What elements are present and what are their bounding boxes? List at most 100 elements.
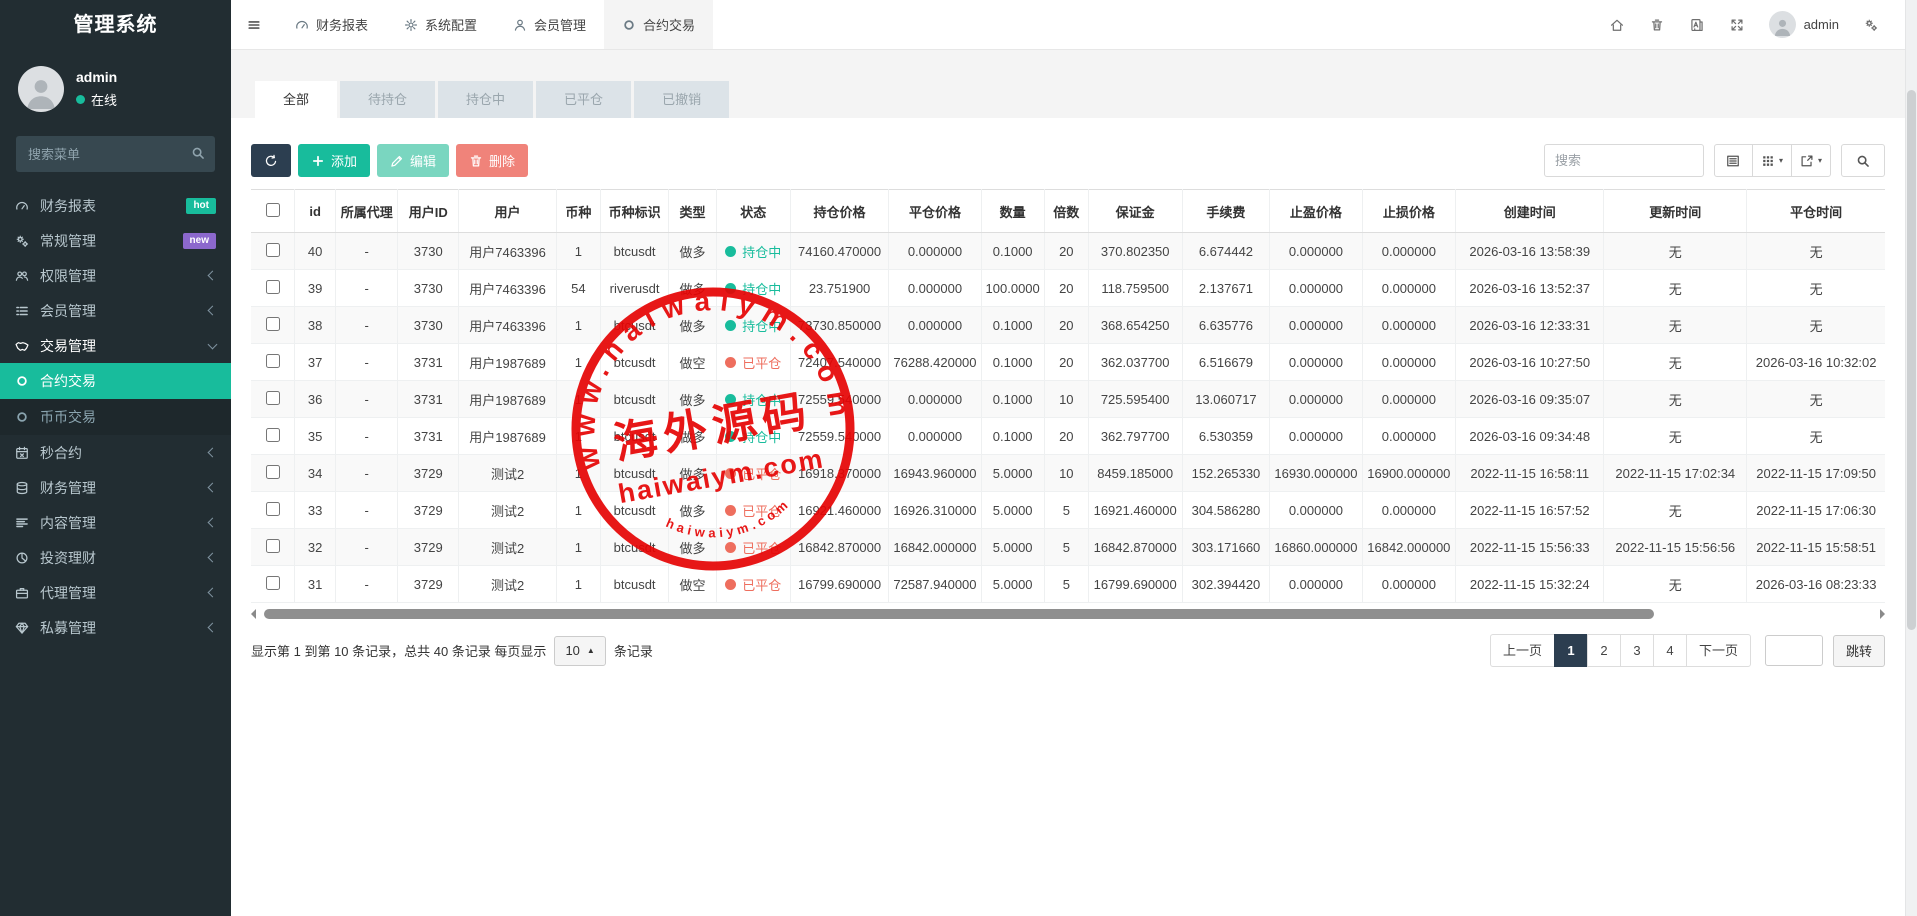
topnav-item-member-manage[interactable]: 会员管理 <box>495 0 604 49</box>
gauge-icon <box>15 199 29 213</box>
row-checkbox[interactable] <box>266 391 280 405</box>
tab-全部[interactable]: 全部 <box>255 81 337 118</box>
next-page-button[interactable]: 下一页 <box>1686 634 1751 667</box>
sidebar-toggle-button[interactable] <box>231 0 277 49</box>
column-header[interactable]: 更新时间 <box>1604 190 1747 233</box>
table-row[interactable]: 40-3730用户74633961btcusdt做多持仓中74160.47000… <box>251 233 1885 270</box>
column-header[interactable]: id <box>295 190 336 233</box>
jump-button[interactable]: 跳转 <box>1833 635 1885 667</box>
language-button[interactable] <box>1677 0 1717 50</box>
search-button[interactable] <box>1841 144 1885 177</box>
settings-button[interactable] <box>1851 0 1891 50</box>
column-header[interactable]: 状态 <box>716 190 790 233</box>
column-header[interactable]: 止损价格 <box>1362 190 1456 233</box>
sidebar-subitem-coin-trade[interactable]: 币币交易 <box>0 399 231 435</box>
sidebar-subitem-contract-trade[interactable]: 合约交易 <box>0 363 231 399</box>
page-button-2[interactable]: 2 <box>1587 634 1621 667</box>
tab-待持仓[interactable]: 待持仓 <box>340 81 435 118</box>
vertical-scrollbar[interactable] <box>1905 0 1917 916</box>
page-button-3[interactable]: 3 <box>1620 634 1654 667</box>
table-row[interactable]: 37-3731用户19876891btcusdt做空已平仓72407.54000… <box>251 344 1885 381</box>
sidebar-item-trade-manage[interactable]: 交易管理 <box>0 328 231 363</box>
table-row[interactable]: 35-3731用户19876891btcusdt做多持仓中72559.54000… <box>251 418 1885 455</box>
column-header[interactable]: 平仓时间 <box>1747 190 1885 233</box>
row-checkbox[interactable] <box>266 465 280 479</box>
tab-已平仓[interactable]: 已平仓 <box>536 81 631 118</box>
sidebar-item-private-manage[interactable]: 私募管理 <box>0 610 231 645</box>
page-size-select[interactable]: 10 ▲ <box>554 636 605 666</box>
jump-page-input[interactable] <box>1765 635 1823 666</box>
table-row[interactable]: 32-3729测试21btcusdt做多已平仓16842.87000016842… <box>251 529 1885 566</box>
column-header[interactable]: 所属代理 <box>336 190 398 233</box>
table-row[interactable]: 39-3730用户746339654riverusdt做多持仓中23.75190… <box>251 270 1885 307</box>
row-checkbox[interactable] <box>266 539 280 553</box>
page-button-1[interactable]: 1 <box>1554 634 1588 667</box>
columns-button[interactable]: ▾ <box>1752 144 1792 177</box>
topnav-item-system-config[interactable]: 系统配置 <box>386 0 495 49</box>
cell-uid: 3729 <box>398 529 459 566</box>
table-row[interactable]: 33-3729测试21btcusdt做多已平仓16921.46000016926… <box>251 492 1885 529</box>
column-header[interactable]: 数量 <box>981 190 1044 233</box>
sidebar-item-agent-manage[interactable]: 代理管理 <box>0 575 231 610</box>
column-header[interactable]: 币种 <box>556 190 600 233</box>
column-header[interactable]: 手续费 <box>1182 190 1270 233</box>
table-row[interactable]: 31-3729测试21btcusdt做空已平仓16799.69000072587… <box>251 566 1885 603</box>
home-button[interactable] <box>1597 0 1637 50</box>
sidebar-item-invest-manage[interactable]: 投资理财 <box>0 540 231 575</box>
export-button[interactable]: ▾ <box>1791 144 1831 177</box>
table-row[interactable]: 36-3731用户19876891btcusdt做多持仓中72559.54000… <box>251 381 1885 418</box>
clear-cache-button[interactable] <box>1637 0 1677 50</box>
add-button[interactable]: 添加 <box>298 144 370 177</box>
column-header[interactable]: 创建时间 <box>1456 190 1604 233</box>
vertical-scroll-thumb[interactable] <box>1907 90 1916 630</box>
row-checkbox[interactable] <box>266 576 280 590</box>
row-checkbox[interactable] <box>266 502 280 516</box>
scroll-right-arrow[interactable] <box>1880 609 1885 619</box>
scroll-left-arrow[interactable] <box>251 609 256 619</box>
refresh-button[interactable] <box>251 144 291 177</box>
column-header[interactable]: 币种标识 <box>600 190 668 233</box>
delete-button[interactable]: 删除 <box>456 144 528 177</box>
row-checkbox[interactable] <box>266 280 280 294</box>
select-all-checkbox[interactable] <box>266 203 280 217</box>
caret-up-icon: ▲ <box>587 646 595 655</box>
column-header[interactable]: 用户ID <box>398 190 459 233</box>
scroll-track[interactable] <box>260 609 1876 619</box>
table-search-input[interactable] <box>1544 144 1704 177</box>
user-menu[interactable]: admin <box>1757 11 1851 38</box>
topnav-item-finance-report[interactable]: 财务报表 <box>277 0 386 49</box>
column-header[interactable]: 类型 <box>669 190 716 233</box>
sidebar-search-input[interactable] <box>16 136 215 172</box>
row-checkbox[interactable] <box>266 428 280 442</box>
column-header[interactable]: 止盈价格 <box>1270 190 1362 233</box>
tab-持仓中[interactable]: 持仓中 <box>438 81 533 118</box>
users-icon <box>15 269 29 283</box>
prev-page-button[interactable]: 上一页 <box>1490 634 1555 667</box>
row-checkbox[interactable] <box>266 317 280 331</box>
cell-uid: 3731 <box>398 418 459 455</box>
detail-view-button[interactable] <box>1714 144 1753 177</box>
sidebar-item-finance-report[interactable]: 财务报表hot <box>0 188 231 223</box>
tab-已撤销[interactable]: 已撤销 <box>634 81 729 118</box>
row-checkbox[interactable] <box>266 243 280 257</box>
edit-button[interactable]: 编辑 <box>377 144 449 177</box>
sidebar-item-permission-manage[interactable]: 权限管理 <box>0 258 231 293</box>
table-row[interactable]: 34-3729测试21btcusdt做多已平仓16918.37000016943… <box>251 455 1885 492</box>
column-header[interactable]: 持仓价格 <box>790 190 889 233</box>
cell-sl: 0.000000 <box>1362 381 1456 418</box>
sidebar-item-content-manage[interactable]: 内容管理 <box>0 505 231 540</box>
sidebar-item-member-manage[interactable]: 会员管理 <box>0 293 231 328</box>
page-button-4[interactable]: 4 <box>1653 634 1687 667</box>
column-header[interactable]: 平仓价格 <box>889 190 981 233</box>
scroll-thumb[interactable] <box>264 609 1654 619</box>
row-checkbox[interactable] <box>266 354 280 368</box>
table-row[interactable]: 38-3730用户74633961btcusdt做多持仓中73730.85000… <box>251 307 1885 344</box>
sidebar-item-finance-manage[interactable]: 财务管理 <box>0 470 231 505</box>
column-header[interactable]: 用户 <box>459 190 556 233</box>
column-header[interactable]: 倍数 <box>1044 190 1088 233</box>
sidebar-item-second-contract[interactable]: 秒合约 <box>0 435 231 470</box>
column-header[interactable]: 保证金 <box>1088 190 1182 233</box>
fullscreen-button[interactable] <box>1717 0 1757 50</box>
topnav-item-contract-trade[interactable]: 合约交易 <box>604 0 713 49</box>
sidebar-item-general-manage[interactable]: 常规管理new <box>0 223 231 258</box>
